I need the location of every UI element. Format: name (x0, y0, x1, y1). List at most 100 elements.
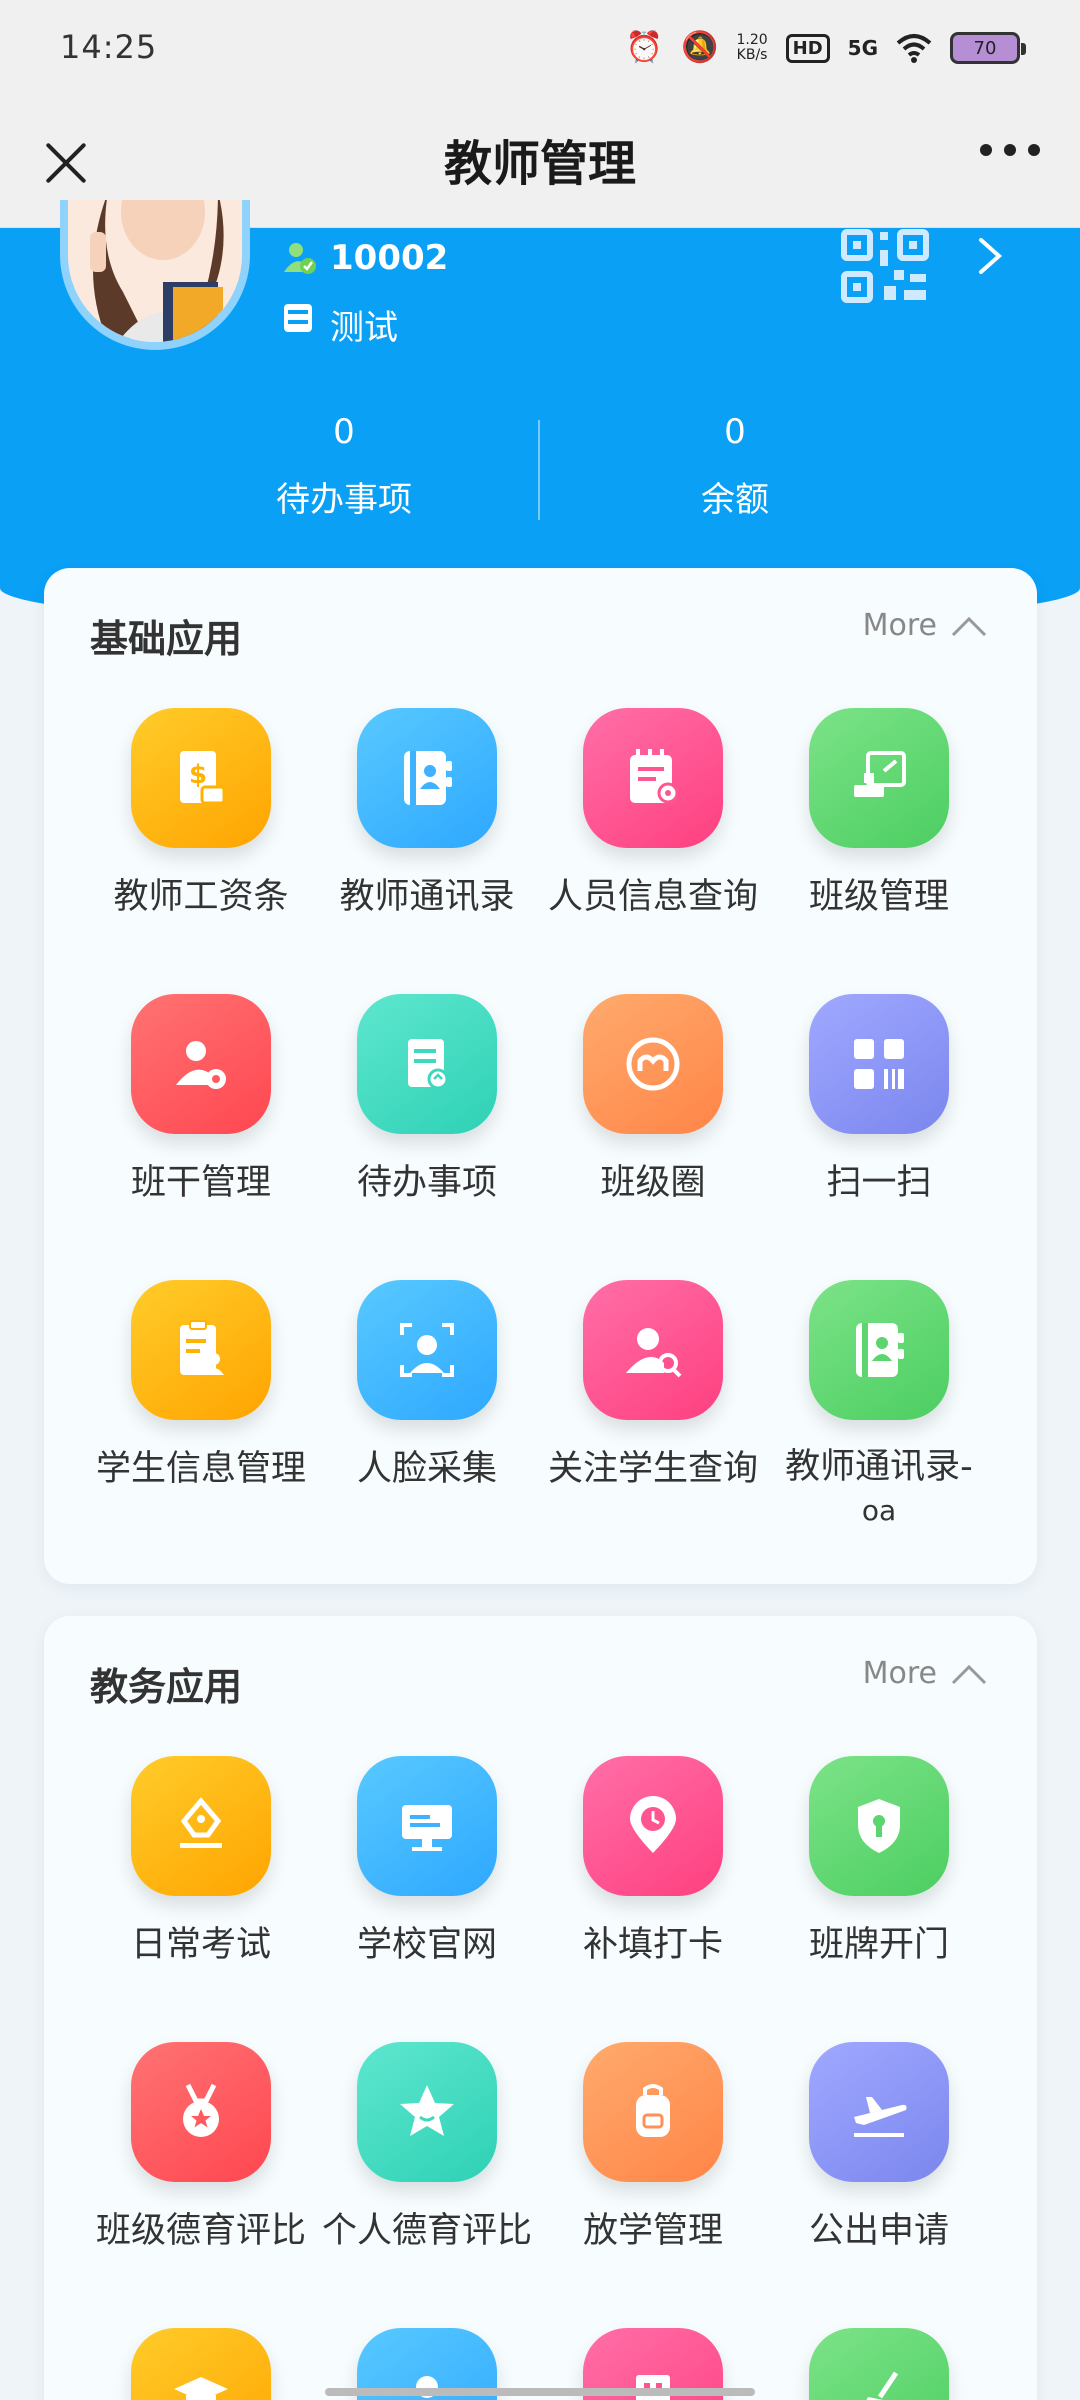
app-label: 班级德育评比 (95, 2211, 306, 2251)
app-label: 教师通讯录 (339, 877, 515, 917)
app-scan[interactable]: 扫一扫 (766, 994, 992, 1206)
app-label: 关注学生查询 (547, 1449, 758, 1489)
app-label: 个人德育评比 (321, 2211, 532, 2251)
stat-balance-label: 余额 (701, 480, 769, 520)
stat-balance[interactable]: 0 余额 (535, 410, 935, 521)
shield-key-icon (809, 1756, 949, 1896)
app-dismissal[interactable]: 放学管理 (540, 2042, 766, 2254)
location-clock-icon (583, 1756, 723, 1896)
qr-code-icon[interactable] (840, 228, 930, 304)
app-label: 班干管理 (130, 1163, 271, 1203)
id-card-icon (284, 304, 312, 332)
chevron-up-icon (951, 1664, 987, 1684)
app-todo[interactable]: 待办事项 (314, 994, 540, 1206)
app-label-line1: 教师通讯录- (785, 1447, 973, 1487)
app-class-door[interactable]: 班牌开门 (766, 1756, 992, 1968)
section-title: 教务应用 (90, 1665, 243, 1709)
app-label: 待办事项 (356, 1163, 497, 1203)
todo-doc-icon (357, 994, 497, 1134)
graduation-cap-icon (131, 2328, 271, 2400)
app-class-manage[interactable]: 班级管理 (766, 708, 992, 920)
app-teacher-contacts[interactable]: 教师通讯录 (314, 708, 540, 920)
app-partial[interactable] (88, 2328, 314, 2400)
app-follow-student[interactable]: 关注学生查询 (540, 1280, 766, 1492)
app-partial[interactable] (766, 2328, 992, 2400)
more-label: More (862, 1656, 937, 1691)
dot-icon (1004, 144, 1016, 156)
app-label: 班级管理 (808, 877, 949, 917)
student-clipboard-icon (131, 1280, 271, 1420)
app-face-capture[interactable]: 人脸采集 (314, 1280, 540, 1492)
app-label: 人员信息查询 (547, 877, 758, 917)
alarm-icon: ⏰ (625, 30, 664, 65)
hd-badge: HD (785, 33, 830, 63)
app-teacher-salary[interactable]: $ 教师工资条 (88, 708, 314, 920)
app-label: 补填打卡 (582, 1925, 723, 1965)
user-verified-icon (284, 243, 316, 274)
app-school-site[interactable]: 学校官网 (314, 1756, 540, 1968)
app-label: 放学管理 (582, 2211, 723, 2251)
network-speed-value: 1.20 (736, 32, 768, 48)
chevron-up-icon (951, 616, 987, 636)
user-name: 测试 (330, 308, 398, 348)
salary-slip-icon: $ (131, 708, 271, 848)
home-indicator[interactable] (325, 2388, 755, 2396)
chevron-right-icon[interactable] (975, 236, 1005, 276)
stat-todo[interactable]: 0 待办事项 (144, 410, 544, 521)
app-label-line2: oa (861, 1494, 897, 1527)
pen-nib-icon (131, 1756, 271, 1896)
app-label: 公出申请 (808, 2211, 949, 2251)
status-time: 14:25 (60, 28, 158, 66)
app-label: 学校官网 (356, 1925, 497, 1965)
scan-icon (809, 994, 949, 1134)
app-label: 教师工资条 (113, 877, 289, 917)
app-label: 班级圈 (600, 1163, 706, 1203)
app-makeup-clockin[interactable]: 补填打卡 (540, 1756, 766, 1968)
contacts-book-icon (357, 708, 497, 848)
network-type: 5G (847, 36, 878, 60)
app-student-info[interactable]: 学生信息管理 (88, 1280, 314, 1492)
star-icon (357, 2042, 497, 2182)
cadre-manage-icon (131, 994, 271, 1134)
more-button[interactable]: More (863, 608, 987, 643)
app-personal-moral[interactable]: 个人德育评比 (314, 2042, 540, 2254)
dot-icon (980, 144, 992, 156)
more-label: More (862, 608, 937, 643)
class-manage-icon (809, 708, 949, 848)
user-id: 10002 (330, 238, 449, 278)
backpack-icon (583, 2042, 723, 2182)
app-cadre-manage[interactable]: 班干管理 (88, 994, 314, 1206)
app-label: 日常考试 (130, 1925, 271, 1965)
app-daily-exam[interactable]: 日常考试 (88, 1756, 314, 1968)
dot-icon (1028, 144, 1040, 156)
app-teacher-contacts-oa[interactable]: 教师通讯录- oa (766, 1280, 992, 1532)
avatar-illustration (68, 200, 242, 342)
app-label: 扫一扫 (826, 1163, 932, 1203)
person-search-icon (583, 1280, 723, 1420)
app-class-moral[interactable]: 班级德育评比 (88, 2042, 314, 2254)
app-label: 学生信息管理 (95, 1449, 306, 1489)
avatar[interactable] (60, 200, 250, 350)
battery-indicator: 70 (950, 32, 1026, 64)
status-icons: ⏰ 🔕 1.20 KB/s HD 5G 70 (625, 30, 1026, 65)
svg-text:$: $ (189, 760, 207, 790)
app-label: 人脸采集 (356, 1449, 497, 1489)
section-title: 基础应用 (90, 617, 243, 661)
app-business-trip[interactable]: 公出申请 (766, 2042, 992, 2254)
stat-balance-value: 0 (724, 412, 746, 452)
more-button[interactable]: More (863, 1656, 987, 1691)
network-speed-unit: KB/s (736, 47, 768, 63)
mute-icon: 🔕 (681, 30, 719, 65)
monitor-icon (357, 1756, 497, 1896)
stat-todo-value: 0 (333, 412, 355, 452)
app-label: 班牌开门 (808, 1925, 949, 1965)
contacts-book-icon (809, 1280, 949, 1420)
face-capture-icon (357, 1280, 497, 1420)
app-info-search[interactable]: 人员信息查询 (540, 708, 766, 920)
academic-apps-card: 教务应用 More 日常考试 学校官网 补填打卡 班牌开门 班级德育评比 个人德… (44, 1616, 1037, 2400)
app-class-circle[interactable]: 班级圈 (540, 994, 766, 1206)
more-options-button[interactable] (980, 144, 1040, 156)
broom-icon (809, 2328, 949, 2400)
status-bar: 14:25 ⏰ 🔕 1.20 KB/s HD 5G 70 (0, 0, 1080, 100)
medal-icon (131, 2042, 271, 2182)
